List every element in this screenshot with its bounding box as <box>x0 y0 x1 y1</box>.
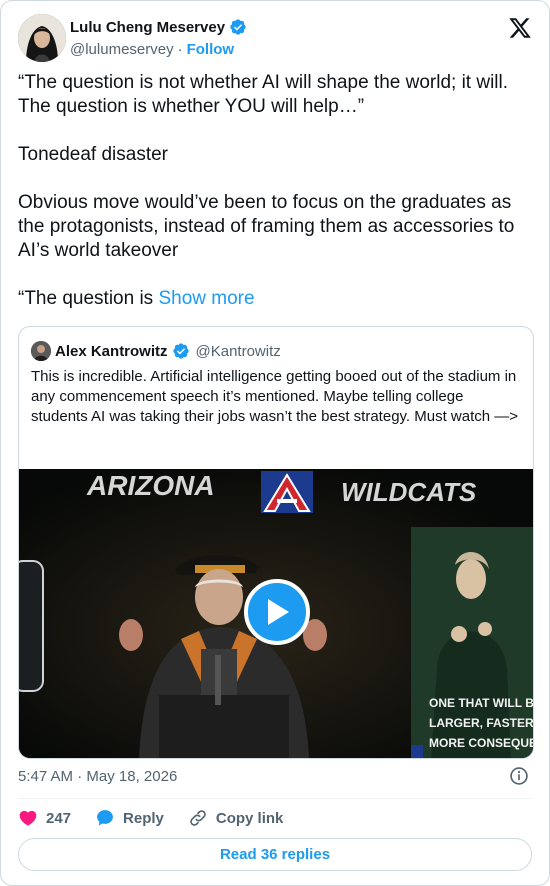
copy-link-label: Copy link <box>215 809 284 827</box>
read-replies-button[interactable]: Read 36 replies <box>18 838 532 871</box>
follow-button[interactable]: Follow <box>187 41 235 58</box>
reply-button[interactable]: Reply <box>95 808 164 828</box>
quoted-tweet[interactable]: Alex Kantrowitz @Kantrowitz This is incr… <box>18 326 534 759</box>
interpreter-caption-2: LARGER, FASTER, AN <box>429 716 534 730</box>
reply-bubble-icon <box>97 810 113 826</box>
verified-badge-icon <box>230 19 246 35</box>
author-handle-row: @lulumeservey · Follow <box>70 41 234 58</box>
tweet-paragraph-2: Tonedeaf disaster <box>18 144 168 165</box>
quoted-text: This is incredible. Artificial intellige… <box>31 368 519 425</box>
heart-icon <box>19 810 37 826</box>
arizona-logo-icon <box>261 471 313 513</box>
info-icon[interactable] <box>509 766 529 786</box>
tweet-card: Lulu Cheng Meservey @lulumeservey · Foll… <box>0 0 550 886</box>
tweet-paragraph-4: “The question is Show more <box>18 287 538 311</box>
tweet-last-fragment: “The question is <box>18 288 159 309</box>
video-banner-left: ARIZONA <box>86 470 215 501</box>
interpreter-caption-3: MORE CONSEQUENT <box>429 736 534 750</box>
video-banner-right: WILDCATS <box>341 477 477 507</box>
tweet-time: 5:47 AM <box>18 768 74 785</box>
author-avatar[interactable] <box>18 14 66 62</box>
meta-separator: · <box>77 768 83 785</box>
copy-link-button[interactable]: Copy link <box>188 808 284 828</box>
handle-separator: · <box>177 41 183 58</box>
like-button[interactable]: 247 <box>18 808 71 828</box>
action-bar: 247 Reply Copy link <box>18 807 307 829</box>
tweet-timestamp[interactable]: 5:47 AM · May 18, 2026 <box>18 768 177 785</box>
quoted-verified-badge-icon <box>172 343 189 359</box>
tweet-header: Lulu Cheng Meservey @lulumeservey · Foll… <box>18 14 532 64</box>
x-logo-icon[interactable] <box>508 16 532 40</box>
tweet-text: “The question is not whether AI will sha… <box>18 71 538 335</box>
link-icon <box>190 810 206 826</box>
divider <box>18 798 532 799</box>
show-more-link[interactable]: Show more <box>158 288 254 309</box>
tweet-date: May 18, 2026 <box>86 768 178 785</box>
tweet-paragraph-3: Obvious move would’ve been to focus on t… <box>18 192 519 261</box>
play-button[interactable] <box>244 579 310 645</box>
interpreter-caption-1: ONE THAT WILL BE <box>429 696 534 710</box>
quoted-avatar <box>31 341 51 361</box>
author-handle[interactable]: @lulumeservey <box>70 41 174 58</box>
tweet-paragraph-1: “The question is not whether AI will sha… <box>18 72 513 117</box>
author-name[interactable]: Lulu Cheng Meservey <box>70 19 225 36</box>
author-name-row: Lulu Cheng Meservey <box>70 18 247 36</box>
quoted-author-handle: @Kantrowitz <box>195 342 281 360</box>
quoted-header: Alex Kantrowitz @Kantrowitz <box>31 341 281 361</box>
video-player[interactable]: ARIZONA WILDCATS ONE THAT WILL BE LARGER… <box>19 469 534 758</box>
like-count: 247 <box>46 809 72 827</box>
play-icon <box>268 599 289 625</box>
quoted-author-name: Alex Kantrowitz <box>55 342 168 360</box>
reply-label: Reply <box>123 809 164 827</box>
